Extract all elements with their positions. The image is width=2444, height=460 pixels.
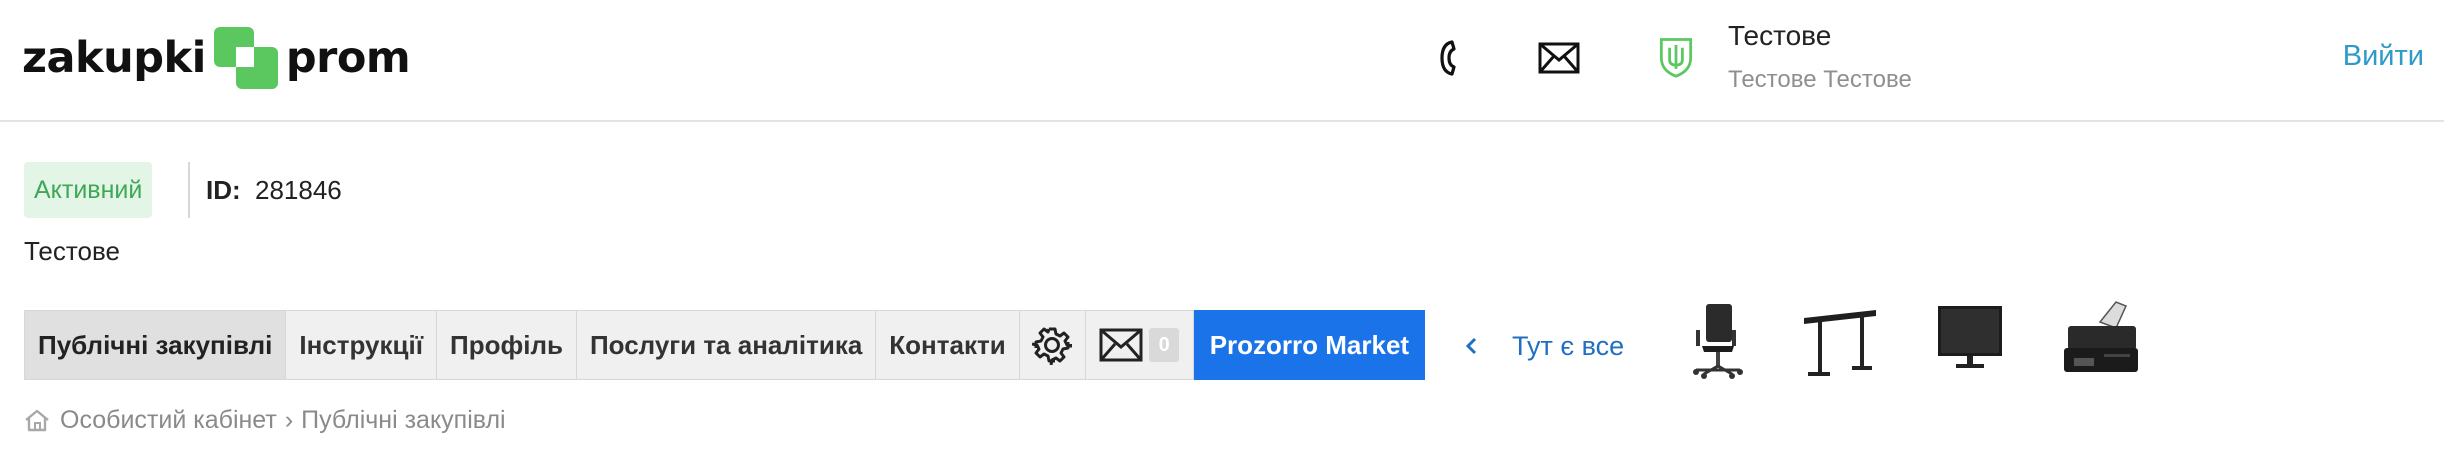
id-value: 281846 xyxy=(255,175,342,205)
entity-name: Тестове xyxy=(24,236,120,266)
messages-count-badge: 0 xyxy=(1149,328,1180,362)
logo-word-left: zakupki xyxy=(22,33,206,83)
home-icon[interactable] xyxy=(24,408,50,432)
user-organization: Тестове Тестове xyxy=(1728,66,1912,93)
monitor-image[interactable] xyxy=(1936,300,2006,374)
breadcrumb-home[interactable]: Особистий кабінет xyxy=(60,406,277,435)
nav-contacts[interactable]: Контакти xyxy=(876,310,1020,380)
top-header: zakupki prom Тестове Тестове Тестове Вий… xyxy=(0,0,2444,122)
chevron-left-icon xyxy=(1465,337,1477,355)
status-badge: Активний xyxy=(24,162,153,218)
nav-services-analytics[interactable]: Послуги та аналітика xyxy=(576,310,877,380)
office-chair-image[interactable] xyxy=(1682,300,1746,380)
nav-public-procurement[interactable]: Публічні закупівлі xyxy=(24,310,287,380)
settings-button[interactable] xyxy=(1019,310,1086,380)
standing-desk-image[interactable] xyxy=(1800,300,1880,380)
nav-profile[interactable]: Профіль xyxy=(437,310,577,380)
promo-label: Тут є все xyxy=(1512,330,1625,361)
breadcrumb-current: Публічні закупівлі xyxy=(301,405,506,434)
logout-link[interactable]: Вийти xyxy=(2343,40,2424,73)
promo-link[interactable]: Тут є все xyxy=(1462,326,1624,366)
mail-icon[interactable] xyxy=(1537,36,1581,80)
printer-image[interactable] xyxy=(2060,300,2144,380)
logo-word-right: prom xyxy=(285,33,411,83)
breadcrumb-separator: › xyxy=(284,405,294,434)
phone-icon[interactable] xyxy=(1430,36,1474,80)
main-nav: Публічні закупівлі Інструкції Профіль По… xyxy=(24,310,1426,380)
prozorro-market-button[interactable]: Prozorro Market xyxy=(1193,310,1426,380)
status-divider xyxy=(188,162,190,218)
id-label: ID: xyxy=(206,175,241,205)
gear-icon xyxy=(1032,327,1073,365)
breadcrumb: Особистий кабінет › Публічні закупівлі xyxy=(24,404,506,436)
nav-instructions[interactable]: Інструкції xyxy=(286,310,438,380)
envelope-icon xyxy=(1099,328,1143,362)
logo-mark-icon xyxy=(213,27,278,89)
user-name[interactable]: Тестове xyxy=(1728,20,1831,52)
shield-icon xyxy=(1659,38,1693,78)
zakupki-prom-logo[interactable]: zakupki prom xyxy=(22,24,411,92)
messages-button[interactable]: 0 xyxy=(1085,310,1194,380)
